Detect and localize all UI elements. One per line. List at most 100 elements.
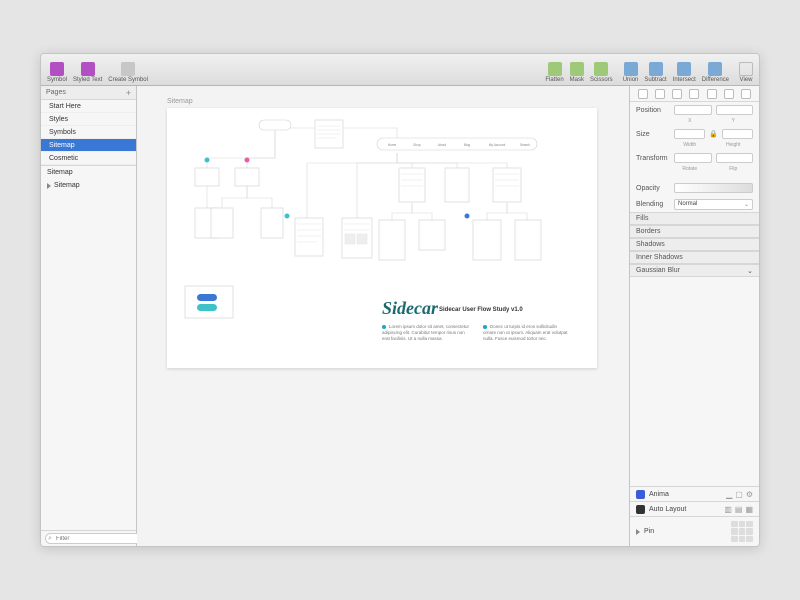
toolbar-group-boolean: Union Subtract Intersect Difference (623, 62, 729, 83)
blending-label: Blending (636, 201, 670, 208)
svg-text:My Account: My Account (489, 143, 506, 147)
app-window: Symbol Styled Text Create Symbol Flatten… (40, 53, 760, 547)
view-button[interactable]: View (739, 62, 753, 83)
stack-grid-icon[interactable]: ▦ (745, 505, 753, 514)
search-icon: ⌕ (48, 535, 52, 543)
toolbar-group-paths: Flatten Mask Scissors (545, 62, 612, 83)
intersect-button[interactable]: Intersect (673, 62, 696, 83)
transform-row: Transform (630, 150, 759, 166)
fills-section[interactable]: Fills (630, 212, 759, 225)
pages-header: Pages + (41, 86, 136, 100)
disclosure-icon[interactable] (47, 183, 51, 189)
sidebar-left: Pages + Start Here Styles Symbols Sitema… (41, 86, 137, 546)
shadows-section[interactable]: Shadows (630, 238, 759, 251)
height-field[interactable] (722, 129, 753, 139)
align-bottom-button[interactable] (724, 89, 734, 99)
opacity-slider[interactable] (674, 183, 753, 193)
auto-layout-plugin[interactable]: Auto Layout ▥▤▦ (630, 501, 759, 516)
size-row: Size 🔒 (630, 126, 759, 142)
brand-subtitle: Sidecar User Flow Study v1.0 (439, 307, 523, 313)
chevron-down-icon: ⌄ (747, 267, 753, 275)
layer-item-sitemap[interactable]: Sitemap (41, 179, 136, 192)
disclosure-icon[interactable] (636, 529, 640, 535)
styled-text-button[interactable]: Styled Text (73, 62, 102, 83)
difference-icon (708, 62, 722, 76)
scissors-icon (594, 62, 608, 76)
mask-button[interactable]: Mask (570, 62, 584, 83)
width-field[interactable] (674, 129, 705, 139)
blurb-1: Lorem ipsum dolor sit amet, consectetur … (382, 324, 470, 342)
blurb-2: Donec ut turpis id eros sollicitudin orn… (483, 324, 571, 342)
align-tools (630, 86, 759, 102)
align-right-button[interactable] (672, 89, 682, 99)
page-item-styles[interactable]: Styles (41, 113, 136, 126)
position-x-field[interactable] (674, 105, 712, 115)
lock-aspect-icon[interactable]: 🔒 (709, 130, 718, 138)
borders-section[interactable]: Borders (630, 225, 759, 238)
position-y-field[interactable] (716, 105, 754, 115)
canvas[interactable]: Sitemap (137, 86, 629, 546)
symbol-button[interactable]: Symbol (47, 62, 67, 83)
union-button[interactable]: Union (623, 62, 639, 83)
anima-icon (636, 490, 645, 499)
page-item-symbols[interactable]: Symbols (41, 126, 136, 139)
stack-v-icon[interactable]: ▥ (724, 505, 732, 514)
svg-text:Search: Search (520, 143, 530, 147)
inspector: Position XY Size 🔒 WidthHeight Transform… (629, 86, 759, 546)
gaussian-blur-section[interactable]: Gaussian Blur⌄ (630, 264, 759, 277)
styled-text-icon (81, 62, 95, 76)
svg-text:About: About (438, 143, 446, 147)
blending-row: Blending Normal⌄ (630, 196, 759, 212)
flip-field[interactable] (716, 153, 754, 163)
svg-text:Shop: Shop (413, 143, 421, 147)
symbol-icon (50, 62, 64, 76)
auto-layout-icon (636, 505, 645, 514)
flatten-icon (548, 62, 562, 76)
blending-select[interactable]: Normal⌄ (674, 199, 753, 210)
page-item-cosmetic[interactable]: Cosmetic (41, 152, 136, 165)
size-label: Size (636, 131, 670, 138)
artboard[interactable]: Home Shop About Blog My Account Search S… (167, 108, 597, 368)
stack-h-icon[interactable]: ▤ (735, 505, 743, 514)
opacity-label: Opacity (636, 185, 670, 192)
mask-icon (570, 62, 584, 76)
create-symbol-button[interactable]: Create Symbol (108, 62, 148, 83)
align-center-v-button[interactable] (707, 89, 717, 99)
align-top-button[interactable] (689, 89, 699, 99)
intersect-icon (677, 62, 691, 76)
page-item-sitemap[interactable]: Sitemap (41, 139, 136, 152)
rotate-field[interactable] (674, 153, 712, 163)
position-row: Position (630, 102, 759, 118)
pages-header-label: Pages (46, 89, 66, 96)
toolbar: Symbol Styled Text Create Symbol Flatten… (41, 54, 759, 86)
union-icon (624, 62, 638, 76)
plugin-expand-icon[interactable]: ▢ (735, 490, 743, 499)
subtract-button[interactable]: Subtract (644, 62, 666, 83)
pin-plugin[interactable]: Pin (630, 516, 759, 546)
subtract-icon (649, 62, 663, 76)
gear-icon[interactable]: ⚙ (746, 490, 753, 499)
flatten-button[interactable]: Flatten (545, 62, 563, 83)
layer-artboard-sitemap[interactable]: Sitemap (41, 166, 136, 179)
add-page-button[interactable]: + (126, 88, 131, 98)
transform-label: Transform (636, 155, 670, 162)
filter-row: ⌕ ◐ ✎ (41, 530, 136, 546)
distribute-button[interactable] (741, 89, 751, 99)
align-left-button[interactable] (638, 89, 648, 99)
filter-input[interactable] (45, 533, 145, 544)
scissors-button[interactable]: Scissors (590, 62, 613, 83)
view-icon (739, 62, 753, 76)
chevron-down-icon: ⌄ (744, 201, 749, 208)
pin-grid[interactable] (731, 521, 753, 543)
difference-button[interactable]: Difference (702, 62, 729, 83)
anima-plugin[interactable]: Anima ▁▢⚙ (630, 486, 759, 501)
artboard-label[interactable]: Sitemap (167, 98, 193, 105)
align-center-h-button[interactable] (655, 89, 665, 99)
brand-logo: Sidecar (382, 298, 438, 319)
opacity-row: Opacity (630, 180, 759, 196)
toolbar-group-left: Symbol Styled Text Create Symbol (47, 62, 148, 83)
page-item-start-here[interactable]: Start Here (41, 100, 136, 113)
inner-shadows-section[interactable]: Inner Shadows (630, 251, 759, 264)
plugin-collapse-icon[interactable]: ▁ (726, 490, 732, 499)
svg-text:Home: Home (388, 143, 397, 147)
